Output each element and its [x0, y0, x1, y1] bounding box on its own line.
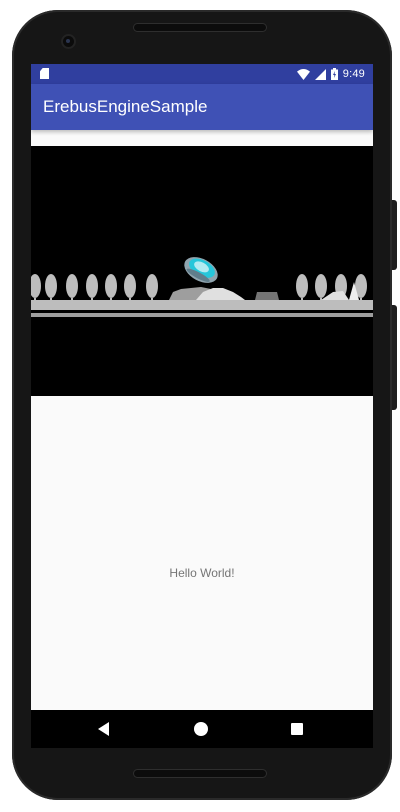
ufo-sprite: [184, 257, 218, 283]
volume-button: [392, 200, 397, 270]
navigation-bar: [31, 710, 373, 748]
bottom-speaker: [134, 770, 266, 777]
tree: [45, 274, 57, 302]
battery-icon: [330, 68, 338, 80]
tree: [31, 274, 41, 302]
home-icon[interactable]: [189, 717, 213, 741]
tree: [124, 274, 136, 302]
earpiece-speaker: [134, 24, 266, 31]
device-screen: 9:49 ErebusEngineSample Hello World!: [31, 64, 373, 748]
hello-text: Hello World!: [169, 566, 235, 580]
tree-row-left: [31, 274, 158, 302]
tree: [146, 274, 158, 302]
sd-card-icon: [40, 68, 49, 79]
status-bar: 9:49: [31, 64, 373, 84]
status-icons: 9:49: [296, 66, 365, 82]
power-button: [392, 305, 397, 410]
tree: [66, 274, 78, 302]
signal-icon: [314, 68, 326, 80]
recents-icon[interactable]: [285, 717, 309, 741]
back-icon[interactable]: [93, 717, 117, 741]
front-camera: [63, 36, 74, 47]
app-bar: ErebusEngineSample: [31, 84, 373, 130]
tree: [296, 274, 308, 302]
rock-block: [255, 292, 279, 300]
main-content: Hello World!: [31, 396, 373, 710]
clock: 9:49: [342, 68, 365, 80]
wifi-icon: [296, 68, 310, 80]
tree: [86, 274, 98, 302]
game-view[interactable]: [31, 146, 373, 396]
tree: [105, 274, 117, 302]
app-title: ErebusEngineSample: [43, 97, 208, 116]
road-line: [31, 313, 373, 317]
game-scene: [31, 257, 373, 317]
